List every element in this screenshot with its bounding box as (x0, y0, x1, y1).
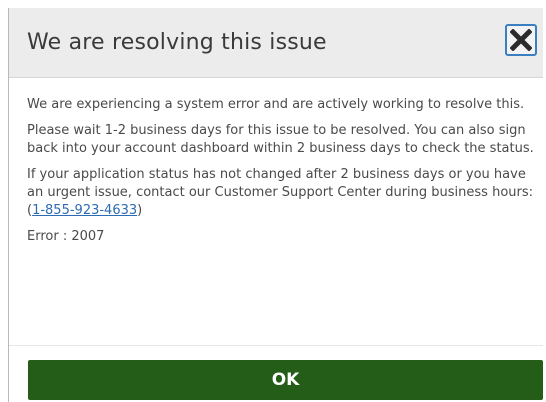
dialog-header: We are resolving this issue (9, 8, 543, 78)
close-x-icon (510, 29, 532, 51)
close-button[interactable] (505, 24, 537, 56)
message-paragraph-1: We are experiencing a system error and a… (27, 97, 525, 112)
message-paragraph-3: If your application status has not chang… (27, 166, 535, 220)
dialog-body: We are experiencing a system error and a… (27, 96, 535, 254)
message-paragraph-2: Please wait 1-2 business days for this i… (27, 123, 534, 156)
support-phone-link[interactable]: 1-855-923-4633 (32, 203, 137, 218)
dialog-title: We are resolving this issue (27, 30, 327, 55)
error-code: Error : 2007 (27, 229, 105, 244)
support-text-end: ) (137, 203, 143, 218)
ok-button[interactable]: OK (28, 360, 543, 400)
footer-divider (9, 345, 543, 346)
error-dialog: We are resolving this issue We are exper… (8, 8, 543, 402)
